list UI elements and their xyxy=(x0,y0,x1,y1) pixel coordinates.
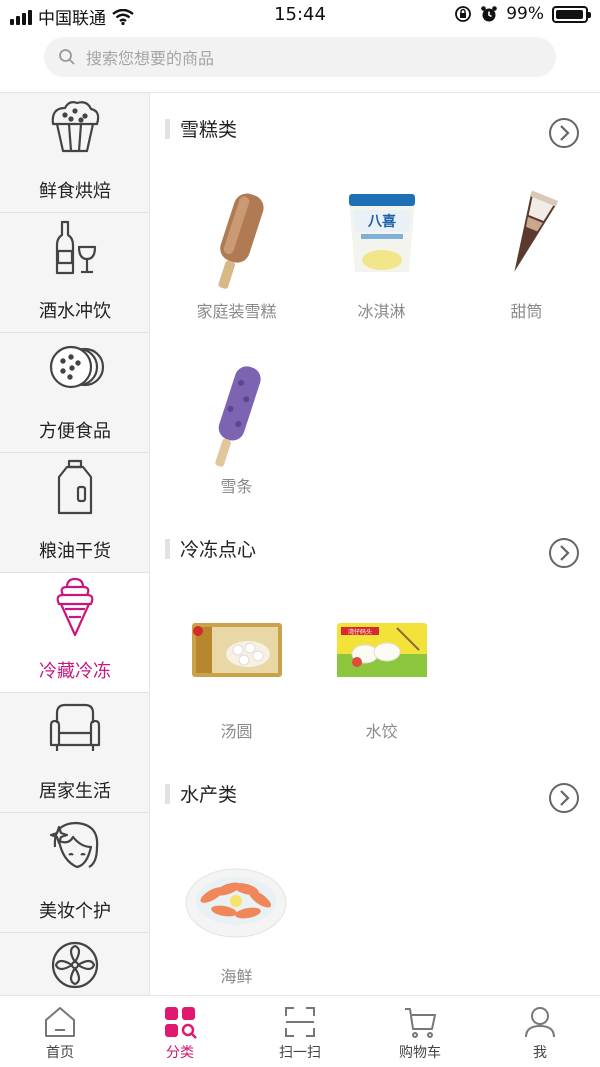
sidebar-item-label: 居家生活 xyxy=(39,781,111,802)
product-tangyuan[interactable]: 汤圆 xyxy=(164,598,309,743)
search-input[interactable]: 搜索您想要的商品 xyxy=(86,45,214,69)
more-arrow-icon[interactable] xyxy=(548,117,580,149)
dumpling-brand-text: 湾仔码头 xyxy=(348,628,372,636)
battery-icon xyxy=(552,5,591,23)
sidebar-item-chilled-frozen[interactable]: 冷藏冷冻 xyxy=(0,573,149,693)
bottom-tab-bar: 首页 分类 扫一扫 购物车 我 xyxy=(0,995,600,1067)
product-popsicle[interactable]: 雪条 xyxy=(164,363,309,503)
product-ice-cream-tub[interactable]: 八喜 冰淇淋 xyxy=(309,188,454,328)
user-icon xyxy=(525,1007,555,1038)
ice-cream-cone-image xyxy=(514,190,559,272)
product-name: 甜筒 xyxy=(510,302,543,321)
wine-bottle-icon xyxy=(55,220,97,275)
oil-bottle-icon xyxy=(57,459,93,515)
product-name: 雪条 xyxy=(220,477,253,496)
home-icon xyxy=(45,1007,75,1037)
section-title-text: 水产类 xyxy=(180,784,238,806)
product-name: 汤圆 xyxy=(220,722,253,741)
tab-label: 购物车 xyxy=(399,1045,441,1061)
product-name: 家庭装雪糕 xyxy=(196,302,277,321)
status-right: 99% xyxy=(454,4,591,24)
muffin-icon xyxy=(51,101,100,153)
ice-cream-tub-image: 八喜 xyxy=(349,194,415,272)
product-name: 水饺 xyxy=(365,722,398,741)
more-arrow-icon[interactable] xyxy=(548,537,580,569)
cart-icon xyxy=(405,1008,436,1038)
section-marker xyxy=(165,783,170,804)
sidebar-item-drinks[interactable]: 酒水冲饮 xyxy=(0,213,149,333)
sidebar-item-label: 鲜食烘焙 xyxy=(39,181,111,202)
sidebar-item-label: 方便食品 xyxy=(39,421,111,442)
sidebar-item-label: 粮油干货 xyxy=(39,541,111,562)
section-title-text: 雪糕类 xyxy=(180,119,238,141)
more-arrow-icon[interactable] xyxy=(548,782,580,814)
category-icon xyxy=(165,1007,197,1039)
tab-label: 分类 xyxy=(166,1045,194,1061)
product-dumplings[interactable]: 湾仔码头 水饺 xyxy=(309,598,454,743)
product-name: 海鲜 xyxy=(220,967,253,986)
seafood-platter-image xyxy=(185,868,287,938)
section-title: 水产类 xyxy=(165,780,237,807)
armchair-icon xyxy=(49,703,101,751)
sidebar-item-home-living[interactable]: 居家生活 xyxy=(0,693,149,813)
status-bar: 中国联通 15:44 99% xyxy=(0,0,600,32)
sidebar-item-label: 酒水冲饮 xyxy=(39,301,111,322)
sidebar-item-convenience-food[interactable]: 方便食品 xyxy=(0,333,149,453)
tab-me[interactable]: 我 xyxy=(480,996,600,1067)
sidebar-item-beauty-care[interactable]: 美妆个护 xyxy=(0,813,149,933)
product-cone[interactable]: 甜筒 xyxy=(454,188,599,328)
sidebar-item-appliances[interactable] xyxy=(0,933,149,995)
tub-brand-text: 八喜 xyxy=(367,213,396,230)
tab-category[interactable]: 分类 xyxy=(120,996,240,1067)
app-screen: 中国联通 15:44 99% 搜索您想要的商品 鲜食烘焙 酒水冲饮 方便食品 粮… xyxy=(0,0,600,1067)
section-marker xyxy=(165,118,170,139)
section-title: 雪糕类 xyxy=(165,115,237,142)
fan-icon xyxy=(51,941,99,989)
rotation-lock-icon xyxy=(455,6,472,22)
product-family-ice-cream[interactable]: 家庭装雪糕 xyxy=(164,188,309,328)
ice-cream-cone-icon xyxy=(56,577,94,637)
battery-percent: 99% xyxy=(506,4,544,24)
alarm-icon xyxy=(481,6,498,22)
face-icon xyxy=(49,821,99,869)
scan-icon xyxy=(285,1007,315,1037)
product-seafood[interactable]: 海鲜 xyxy=(164,843,309,988)
ice-cream-bar-image xyxy=(218,193,264,289)
tab-cart[interactable]: 购物车 xyxy=(360,996,480,1067)
tab-label: 首页 xyxy=(46,1045,74,1061)
section-title: 冷冻点心 xyxy=(165,535,256,562)
tab-home[interactable]: 首页 xyxy=(0,996,120,1067)
sidebar-item-label: 美妆个护 xyxy=(39,901,111,922)
section-marker xyxy=(165,538,170,559)
search-icon xyxy=(59,49,75,65)
section-title-text: 冷冻点心 xyxy=(180,539,257,561)
category-content: 雪糕类 家庭装雪糕 八喜 冰淇淋 甜筒 雪条 冷冻点心 汤圆 湾仔码头 水饺 水… xyxy=(151,93,600,995)
search-bar[interactable]: 搜索您想要的商品 xyxy=(44,37,556,77)
sidebar-item-label: 冷藏冷冻 xyxy=(39,661,111,682)
tangyuan-package-image xyxy=(192,623,282,677)
dumplings-package-image: 湾仔码头 xyxy=(337,623,427,677)
sidebar-item-fresh-bakery[interactable]: 鲜食烘焙 xyxy=(0,93,149,213)
crackers-icon xyxy=(49,345,105,389)
tab-scan[interactable]: 扫一扫 xyxy=(240,996,360,1067)
category-sidebar: 鲜食烘焙 酒水冲饮 方便食品 粮油干货 冷藏冷冻 居家生活 美妆个护 xyxy=(0,93,150,995)
product-name: 冰淇淋 xyxy=(357,302,406,321)
tab-label: 我 xyxy=(533,1045,547,1061)
sidebar-item-grain-oil[interactable]: 粮油干货 xyxy=(0,453,149,573)
popsicle-image xyxy=(215,366,261,467)
tab-label: 扫一扫 xyxy=(279,1045,321,1061)
